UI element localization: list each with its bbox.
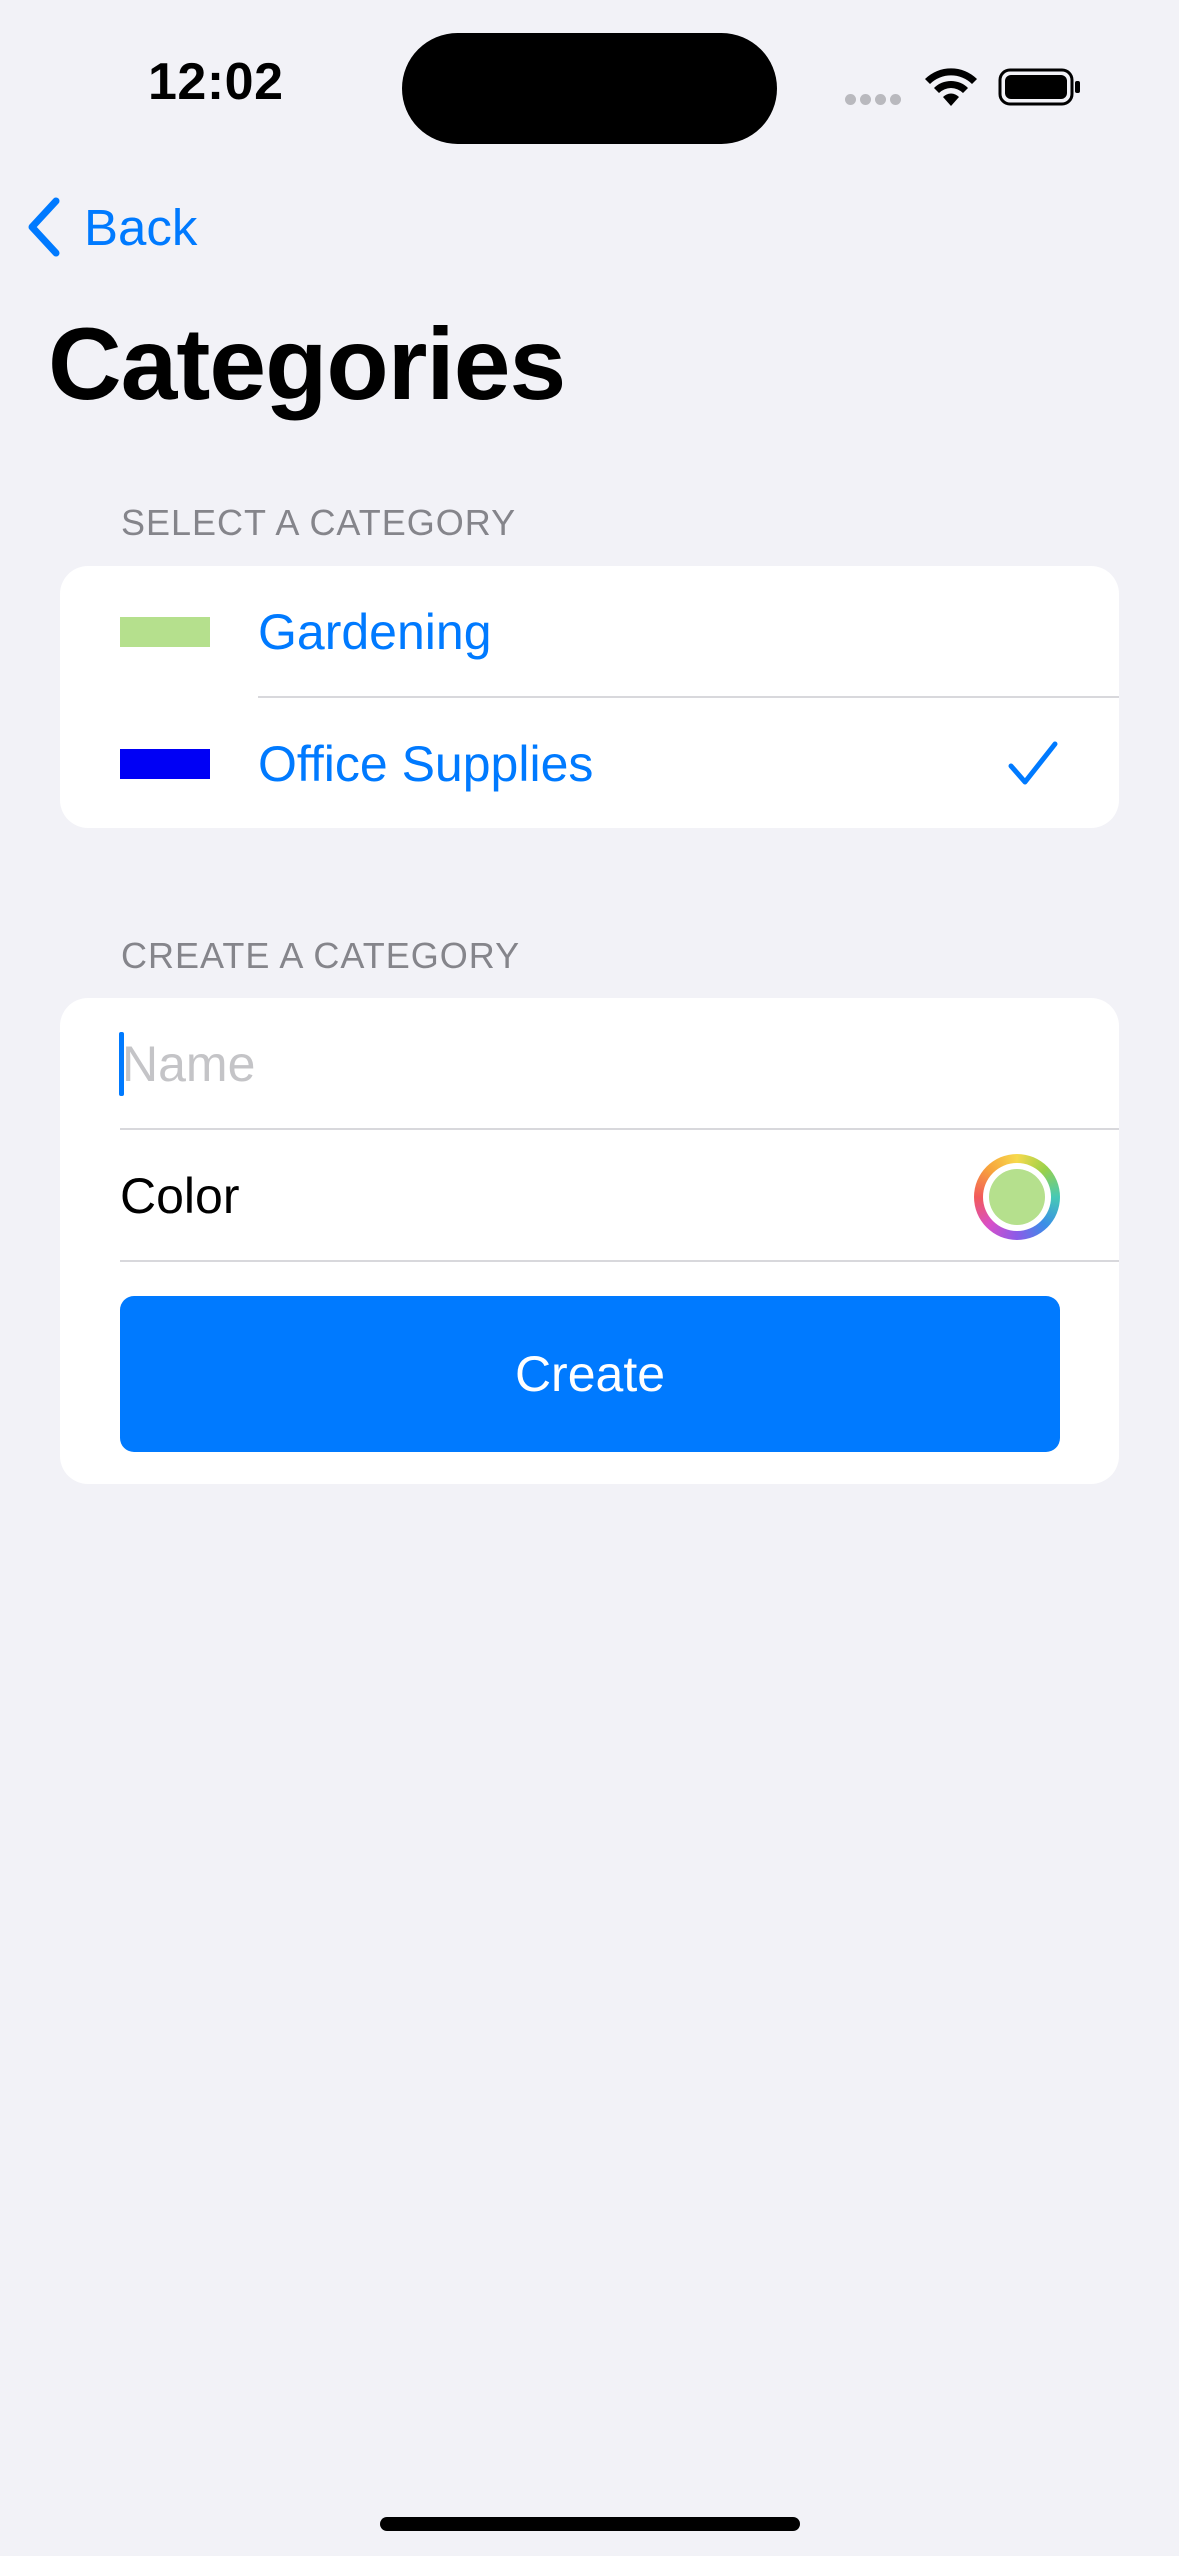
chevron-left-icon xyxy=(28,197,60,257)
category-row-office-supplies[interactable]: Office Supplies xyxy=(60,698,1119,828)
category-row-gardening[interactable]: Gardening xyxy=(60,566,1119,698)
category-label: Gardening xyxy=(258,604,492,660)
cellular-signal-icon xyxy=(845,92,905,106)
battery-icon xyxy=(998,67,1082,107)
category-color-swatch xyxy=(120,749,210,779)
selected-color-indicator xyxy=(989,1169,1045,1225)
checkmark-icon xyxy=(1008,741,1058,785)
dynamic-island xyxy=(402,33,777,144)
name-row xyxy=(60,998,1119,1130)
color-label: Color xyxy=(120,1168,240,1224)
name-input[interactable] xyxy=(120,1026,1062,1102)
color-row: Color xyxy=(60,1130,1119,1262)
text-cursor xyxy=(119,1032,124,1096)
category-color-swatch xyxy=(120,617,210,647)
wifi-icon xyxy=(924,66,978,108)
back-label: Back xyxy=(84,198,198,256)
category-list: Gardening Office Supplies xyxy=(60,566,1119,828)
back-button[interactable]: Back xyxy=(26,196,197,258)
color-picker-well[interactable] xyxy=(974,1154,1060,1240)
create-section-header: CREATE A CATEGORY xyxy=(121,935,521,976)
home-indicator xyxy=(380,2517,800,2531)
create-button[interactable]: Create xyxy=(120,1296,1060,1452)
row-divider xyxy=(120,1260,1119,1262)
select-section-header: SELECT A CATEGORY xyxy=(121,502,517,543)
page-title: Categories xyxy=(48,307,566,421)
create-category-form: Color Create xyxy=(60,998,1119,1484)
category-label: Office Supplies xyxy=(258,736,594,792)
status-time: 12:02 xyxy=(148,53,284,111)
